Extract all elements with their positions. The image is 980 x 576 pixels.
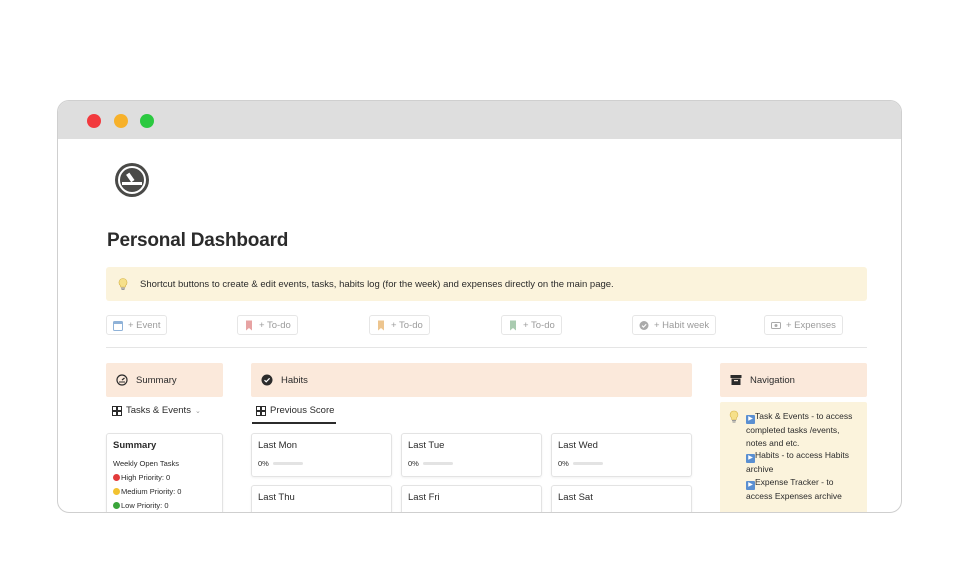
badge-check-icon — [639, 320, 649, 330]
money-icon — [771, 321, 781, 329]
add-event-label: + Event — [128, 319, 161, 331]
green-circle-icon — [113, 502, 120, 509]
score-day-label: Last Wed — [558, 440, 598, 451]
score-progress: 0% — [558, 459, 685, 468]
add-todo-label-1: + To-do — [259, 319, 291, 331]
navigation-links: ▶ Task & Events - to access completed tas… — [746, 410, 861, 512]
score-progress: 0% — [258, 459, 385, 468]
score-card-last-tue[interactable]: Last Tue 0% — [401, 433, 542, 477]
add-todo-button-3[interactable]: + To-do — [501, 315, 562, 335]
callout-text: Shortcut buttons to create & edit events… — [140, 278, 614, 290]
close-window-button[interactable] — [87, 114, 101, 128]
bookmark-icon — [378, 320, 384, 330]
add-todo-button-2[interactable]: + To-do — [369, 315, 430, 335]
play-arrow-icon: ▶ — [746, 454, 755, 463]
lightbulb-icon — [118, 278, 128, 290]
add-habit-week-button[interactable]: + Habit week — [632, 315, 717, 335]
minimize-window-button[interactable] — [114, 114, 128, 128]
score-card-last-thu[interactable]: Last Thu 0% — [251, 485, 392, 512]
score-card-last-wed[interactable]: Last Wed 0% — [551, 433, 692, 477]
archive-box-icon — [730, 375, 742, 385]
tasks-events-view-tab[interactable]: Tasks & Events ⌄ — [112, 405, 201, 416]
browser-window: Personal Dashboard Shortcut buttons to c… — [57, 100, 902, 513]
add-expenses-label: + Expenses — [786, 319, 836, 331]
navigation-callout: ▶ Task & Events - to access completed tas… — [720, 402, 867, 512]
play-arrow-icon: ▶ — [746, 415, 755, 424]
page-content: Personal Dashboard Shortcut buttons to c… — [58, 139, 901, 512]
calendar-icon — [113, 320, 123, 331]
tasks-events-view-label: Tasks & Events — [126, 405, 191, 416]
progress-bar — [272, 462, 303, 465]
play-arrow-icon: ▶ — [746, 480, 755, 490]
score-progress: 0% — [408, 511, 535, 512]
section-divider — [106, 347, 867, 348]
high-priority-row: High Priority: 0 — [113, 473, 216, 482]
score-day-label: Last Fri — [408, 492, 440, 503]
progress-bar — [422, 462, 453, 465]
summary-card[interactable]: Summary Weekly Open Tasks High Priority:… — [106, 433, 223, 512]
add-habit-week-label: + Habit week — [654, 319, 710, 331]
gallery-view-icon — [256, 405, 266, 416]
navigation-header-label: Navigation — [750, 374, 795, 386]
red-circle-icon — [113, 474, 120, 481]
previous-score-view-tab[interactable]: Previous Score — [256, 405, 334, 416]
add-expenses-button[interactable]: + Expenses — [764, 315, 843, 335]
score-card-last-mon[interactable]: Last Mon 0% — [251, 433, 392, 477]
score-card-last-sat[interactable]: Last Sat 0% — [551, 485, 692, 512]
habits-header-label: Habits — [281, 374, 308, 386]
chevron-down-icon[interactable]: ⌄ — [195, 407, 201, 415]
gauge-icon — [116, 374, 128, 386]
previous-score-view-label: Previous Score — [270, 405, 335, 416]
nav-link-task-events[interactable]: ▶ Task & Events - to access completed tas… — [746, 410, 861, 449]
add-todo-label-2: + To-do — [391, 319, 423, 331]
badge-check-icon — [261, 374, 273, 386]
score-day-label: Last Thu — [258, 492, 295, 503]
page-logo-icon[interactable] — [113, 161, 151, 199]
nav-link-habits[interactable]: ▶ Habits - to access Habits archive — [746, 449, 861, 476]
score-progress: 0% — [258, 511, 385, 512]
medium-priority-row: Medium Priority: 0 — [113, 487, 216, 496]
navigation-header: Navigation — [720, 363, 867, 397]
habits-header: Habits — [251, 363, 692, 397]
score-day-label: Last Sat — [558, 492, 593, 503]
add-event-button[interactable]: + Event — [106, 315, 168, 335]
summary-header-label: Summary — [136, 374, 177, 386]
active-tab-indicator — [252, 422, 336, 424]
score-progress: 0% — [558, 511, 685, 512]
score-day-label: Last Tue — [408, 440, 445, 451]
lightbulb-icon — [729, 410, 739, 423]
weekly-open-tasks-label: Weekly Open Tasks — [113, 459, 180, 468]
gallery-view-icon — [112, 405, 122, 416]
score-day-label: Last Mon — [258, 440, 298, 451]
info-callout: Shortcut buttons to create & edit events… — [106, 267, 867, 301]
add-todo-button-1[interactable]: + To-do — [237, 315, 298, 335]
score-card-last-fri[interactable]: Last Fri 0% — [401, 485, 542, 512]
page-title: Personal Dashboard — [107, 230, 289, 251]
nav-link-expense-tracker[interactable]: ▶ Expense Tracker - to access Expenses ar… — [746, 476, 861, 503]
low-priority-row: Low Priority: 0 — [113, 501, 216, 510]
score-progress: 0% — [408, 459, 535, 468]
bookmark-icon — [510, 320, 516, 330]
add-todo-label-3: + To-do — [523, 319, 555, 331]
window-titlebar — [58, 101, 901, 139]
maximize-window-button[interactable] — [140, 114, 154, 128]
summary-card-title: Summary — [113, 440, 157, 451]
progress-bar — [572, 462, 603, 465]
yellow-circle-icon — [113, 488, 120, 495]
bookmark-icon — [246, 320, 252, 330]
summary-header: Summary — [106, 363, 223, 397]
